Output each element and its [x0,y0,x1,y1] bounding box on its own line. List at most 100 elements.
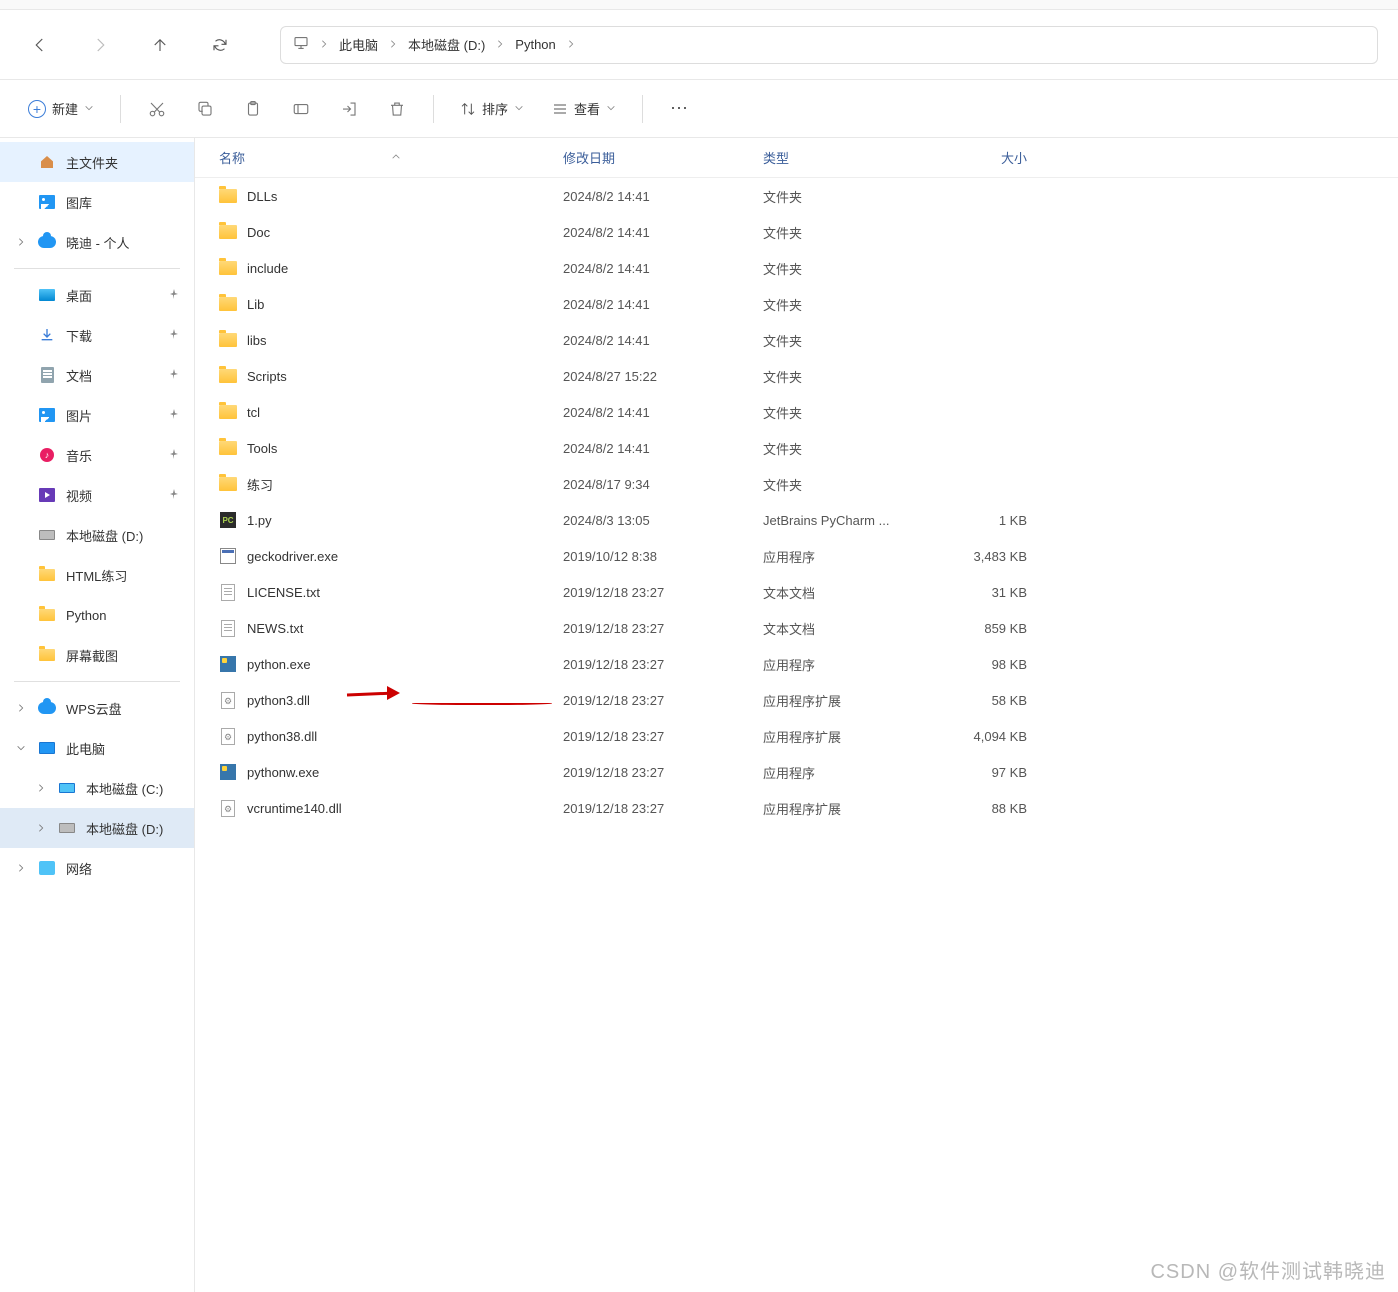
column-name[interactable]: 名称 [195,148,555,167]
column-type[interactable]: 类型 [755,148,925,167]
sidebar-screenshots[interactable]: 屏幕截图 [0,635,194,675]
pin-icon [168,488,180,503]
more-button[interactable]: ⋯ [659,89,699,129]
sidebar-home[interactable]: 主文件夹 [0,142,194,182]
new-button[interactable]: + 新建 [18,93,104,124]
up-button[interactable] [140,25,180,65]
refresh-button[interactable] [200,25,240,65]
view-label: 查看 [574,99,600,118]
file-row[interactable]: vcruntime140.dll 2019/12/18 23:27 应用程序扩展… [195,790,1398,826]
sidebar-this-pc[interactable]: 此电脑 [0,728,194,768]
file-row[interactable]: Scripts 2024/8/27 15:22 文件夹 [195,358,1398,394]
sidebar-label: 桌面 [66,286,92,305]
sidebar-documents[interactable]: 文档 [0,355,194,395]
sidebar-gallery[interactable]: 图库 [0,182,194,222]
sidebar-label: 视频 [66,486,92,505]
folder-icon [38,606,56,624]
file-row[interactable]: libs 2024/8/2 14:41 文件夹 [195,322,1398,358]
cut-button[interactable] [137,89,177,129]
chevron-right-icon[interactable] [14,703,28,713]
file-row[interactable]: Tools 2024/8/2 14:41 文件夹 [195,430,1398,466]
file-row[interactable]: 练习 2024/8/17 9:34 文件夹 [195,466,1398,502]
file-row[interactable]: pythonw.exe 2019/12/18 23:27 应用程序 97 KB [195,754,1398,790]
file-type: 文件夹 [755,331,925,350]
back-button[interactable] [20,25,60,65]
file-row[interactable]: python3.dll 2019/12/18 23:27 应用程序扩展 58 K… [195,682,1398,718]
sidebar-disk-c[interactable]: 本地磁盘 (C:) [0,768,194,808]
chevron-right-icon[interactable] [14,863,28,873]
rename-button[interactable] [281,89,321,129]
file-type: 文本文档 [755,583,925,602]
file-name: Scripts [247,369,287,384]
sidebar-network[interactable]: 网络 [0,848,194,888]
column-size[interactable]: 大小 [925,148,1035,167]
file-row[interactable]: Doc 2024/8/2 14:41 文件夹 [195,214,1398,250]
music-icon: ♪ [38,446,56,464]
file-row[interactable]: tcl 2024/8/2 14:41 文件夹 [195,394,1398,430]
sidebar-music[interactable]: ♪ 音乐 [0,435,194,475]
breadcrumb-folder[interactable]: Python [509,37,561,52]
separator [642,95,643,123]
sidebar-desktop[interactable]: 桌面 [0,275,194,315]
divider [14,681,180,682]
sidebar-disk-d-tree[interactable]: 本地磁盘 (D:) [0,808,194,848]
sidebar-downloads[interactable]: 下载 [0,315,194,355]
file-row[interactable]: DLLs 2024/8/2 14:41 文件夹 [195,178,1398,214]
column-date[interactable]: 修改日期 [555,148,755,167]
sidebar-label: WPS云盘 [66,699,122,718]
share-button[interactable] [329,89,369,129]
file-name: libs [247,333,267,348]
file-row[interactable]: include 2024/8/2 14:41 文件夹 [195,250,1398,286]
disk-icon [58,779,76,797]
forward-button[interactable] [80,25,120,65]
file-name: Tools [247,441,277,456]
file-date: 2024/8/2 14:41 [555,261,755,276]
file-name: 1.py [247,513,272,528]
address-bar[interactable]: 此电脑 本地磁盘 (D:) Python [280,26,1378,64]
toolbar: + 新建 排序 查看 ⋯ [0,80,1398,138]
chevron-down-icon[interactable] [14,743,28,753]
chevron-right-icon[interactable] [34,823,48,833]
file-name: NEWS.txt [247,621,303,636]
sidebar-wps[interactable]: WPS云盘 [0,688,194,728]
file-size: 859 KB [925,621,1035,636]
chevron-right-icon[interactable] [14,237,28,247]
view-button[interactable]: 查看 [542,93,626,124]
copy-button[interactable] [185,89,225,129]
file-date: 2024/8/3 13:05 [555,513,755,528]
chevron-right-icon [319,37,329,52]
breadcrumb-disk[interactable]: 本地磁盘 (D:) [402,35,491,54]
sort-icon [460,101,476,117]
chevron-right-icon[interactable] [34,783,48,793]
sidebar-label: 网络 [66,859,92,878]
home-icon [38,153,56,171]
divider [14,268,180,269]
document-icon [38,366,56,384]
file-row[interactable]: geckodriver.exe 2019/10/12 8:38 应用程序 3,4… [195,538,1398,574]
sidebar-pictures[interactable]: 图片 [0,395,194,435]
sort-button[interactable]: 排序 [450,93,534,124]
pyexe-icon [219,763,237,781]
file-size: 88 KB [925,801,1035,816]
folder-icon [219,367,237,385]
file-row[interactable]: python.exe 2019/12/18 23:27 应用程序 98 KB [195,646,1398,682]
sidebar-videos[interactable]: 视频 [0,475,194,515]
plus-icon: + [28,100,46,118]
sidebar-python[interactable]: Python [0,595,194,635]
file-row[interactable]: NEWS.txt 2019/12/18 23:27 文本文档 859 KB [195,610,1398,646]
file-row[interactable]: python38.dll 2019/12/18 23:27 应用程序扩展 4,0… [195,718,1398,754]
separator [433,95,434,123]
sidebar-personal[interactable]: 晓迪 - 个人 [0,222,194,262]
file-row[interactable]: PC 1.py 2024/8/3 13:05 JetBrains PyCharm… [195,502,1398,538]
breadcrumb-root[interactable]: 此电脑 [333,35,384,54]
file-row[interactable]: LICENSE.txt 2019/12/18 23:27 文本文档 31 KB [195,574,1398,610]
paste-button[interactable] [233,89,273,129]
sidebar-disk-d[interactable]: 本地磁盘 (D:) [0,515,194,555]
delete-button[interactable] [377,89,417,129]
file-row[interactable]: Lib 2024/8/2 14:41 文件夹 [195,286,1398,322]
sidebar-label: 此电脑 [66,739,105,758]
file-list: 名称 修改日期 类型 大小 DLLs 2024/8/2 14:41 文件夹 Do… [195,138,1398,1292]
file-name: pythonw.exe [247,765,319,780]
sidebar-html-practice[interactable]: HTML练习 [0,555,194,595]
file-date: 2019/12/18 23:27 [555,801,755,816]
